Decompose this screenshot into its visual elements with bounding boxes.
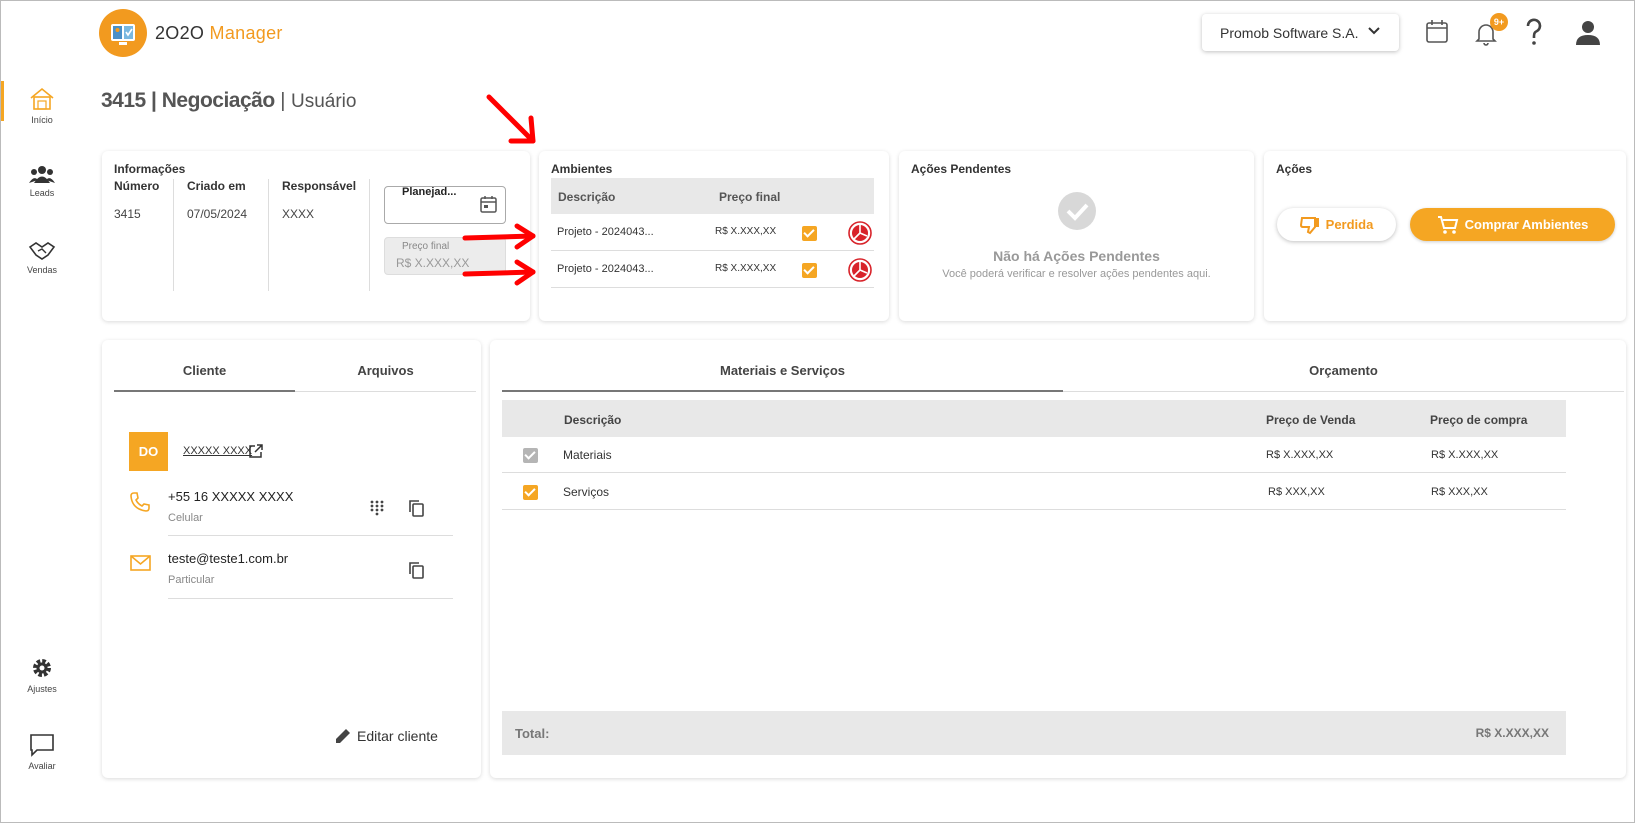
tab-cliente[interactable]: Cliente: [114, 363, 295, 378]
total-value: R$ X.XXX,XX: [1475, 726, 1549, 740]
sidebar-item-label: Ajustes: [27, 684, 57, 694]
people-icon: [29, 166, 55, 183]
gear-icon: [33, 659, 51, 677]
company-select[interactable]: Promob Software S.A.: [1202, 14, 1399, 51]
pendentes-card: Ações Pendentes Não há Ações Pendentes V…: [899, 151, 1254, 321]
info-criado: Criado em 07/05/2024: [187, 179, 248, 221]
tab-materiais-servicos[interactable]: Materiais e Serviços: [502, 363, 1063, 378]
calendar-icon[interactable]: [480, 195, 497, 213]
sidebar-item-inicio[interactable]: Início: [1, 81, 83, 125]
client-phone-type: Celular: [168, 512, 203, 524]
pendentes-empty-title: Não há Ações Pendentes: [993, 248, 1160, 264]
edit-client-button[interactable]: Editar cliente: [334, 727, 438, 745]
annotation-arrow-icon: [486, 94, 536, 144]
info-card-title: Informações: [114, 162, 186, 176]
page-title: 3415 | Negociação | Usuário: [101, 89, 357, 112]
sidebar-item-ajustes[interactable]: Ajustes: [1, 656, 83, 694]
ambiente-checkbox[interactable]: [802, 226, 817, 241]
promob-pie-icon[interactable]: [848, 258, 872, 282]
sidebar-item-label: Avaliar: [28, 761, 56, 771]
materials-table-header: Descrição Preço de Venda Preço de compra: [502, 400, 1566, 437]
chevron-down-icon: [1368, 27, 1380, 35]
sidebar-item-label: Início: [31, 115, 53, 125]
ambiente-row[interactable]: Projeto - 2024043... R$ X.XXX,XX: [551, 215, 874, 251]
ambiente-checkbox[interactable]: [802, 263, 817, 278]
pendentes-title: Ações Pendentes: [911, 162, 1012, 176]
acoes-title: Ações: [1276, 162, 1313, 176]
page-title-user: Usuário: [290, 91, 357, 112]
row-checkbox[interactable]: [523, 448, 538, 463]
pendentes-empty-subtitle: Você poderá verificar e resolver ações p…: [942, 268, 1211, 280]
phone-icon: [130, 492, 150, 512]
client-phone: +55 16 XXXXX XXXX: [168, 489, 294, 504]
comprar-ambientes-button[interactable]: Comprar Ambientes: [1410, 208, 1615, 241]
materials-panel: Materiais e Serviços Orçamento Descrição…: [490, 340, 1626, 778]
total-label: Total:: [515, 726, 550, 741]
info-numero: Número 3415: [114, 179, 160, 221]
annotation-arrow-icon: [462, 223, 536, 250]
sidebar-item-leads[interactable]: Leads: [1, 164, 83, 198]
sidebar: Início Leads Vendas Ajustes Avaliar: [1, 1, 83, 822]
app-window: Início Leads Vendas Ajustes Avaliar 2O2O…: [0, 0, 1635, 823]
company-select-value: Promob Software S.A.: [1220, 24, 1359, 41]
client-email-type: Particular: [168, 574, 215, 586]
ambientes-card: Ambientes Descrição Preço final Projeto …: [539, 151, 889, 321]
info-responsavel: Responsável XXXX: [282, 179, 357, 221]
check-circle-icon: [1058, 192, 1096, 230]
client-name-link[interactable]: XXXXX XXXX: [183, 445, 252, 457]
external-link-icon[interactable]: [248, 443, 264, 459]
logo-badge-icon: [99, 9, 147, 57]
calendar-icon[interactable]: [1425, 19, 1449, 44]
thumbs-down-icon: [1299, 216, 1319, 234]
materials-row[interactable]: Materiais R$ X.XXX,XX R$ X.XXX,XX: [502, 437, 1566, 473]
sidebar-item-label: Vendas: [26, 265, 58, 275]
ambiente-row[interactable]: Projeto - 2024043... R$ X.XXX,XX: [551, 252, 874, 288]
ambientes-table-header: Descrição Preço final: [551, 178, 874, 214]
home-icon: [30, 87, 54, 110]
ambientes-title: Ambientes: [551, 162, 613, 176]
page-title-section: Negociação: [161, 89, 275, 112]
acoes-card: Ações Perdida Comprar Ambientes: [1264, 151, 1626, 321]
app-logo[interactable]: 2O2O Manager: [99, 9, 283, 57]
cart-icon: [1437, 215, 1458, 234]
copy-icon[interactable]: [409, 562, 424, 579]
client-email: teste@teste1.com.br: [168, 551, 289, 566]
promob-pie-icon[interactable]: [848, 221, 872, 245]
dialpad-icon[interactable]: [370, 500, 384, 516]
perdida-button[interactable]: Perdida: [1277, 208, 1396, 241]
chat-icon: [30, 734, 54, 757]
client-panel: Cliente Arquivos DO XXXXX XXXX +55 16 XX…: [102, 340, 481, 778]
sidebar-item-avaliar[interactable]: Avaliar: [1, 733, 83, 771]
sidebar-item-label: Leads: [29, 188, 55, 198]
annotation-arrow-icon: [462, 259, 536, 286]
pencil-icon: [336, 729, 350, 743]
help-icon[interactable]: [1525, 18, 1543, 46]
notification-badge: 9+: [1490, 13, 1508, 31]
mail-icon: [130, 555, 151, 571]
tab-orcamento[interactable]: Orçamento: [1063, 363, 1624, 378]
row-checkbox[interactable]: [523, 485, 538, 500]
tab-arquivos[interactable]: Arquivos: [295, 363, 476, 378]
handshake-icon: [28, 242, 56, 260]
user-avatar-icon[interactable]: [1575, 19, 1601, 45]
materials-row[interactable]: Serviços R$ XXX,XX R$ XXX,XX: [502, 474, 1566, 510]
avatar: DO: [129, 432, 168, 471]
total-bar: Total: R$ X.XXX,XX: [502, 711, 1566, 755]
sidebar-item-vendas[interactable]: Vendas: [1, 239, 83, 275]
planejado-date-field[interactable]: Planejad...: [384, 186, 506, 224]
page-title-id: 3415: [101, 89, 146, 112]
copy-icon[interactable]: [409, 500, 424, 517]
logo-text: 2O2O Manager: [155, 22, 283, 43]
